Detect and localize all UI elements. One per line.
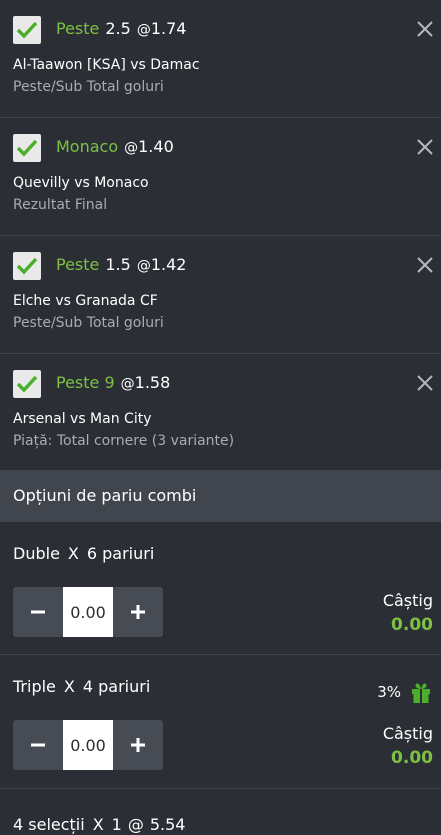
close-icon[interactable]	[416, 20, 434, 38]
win-label: Câștig	[382, 591, 433, 610]
bet-type: 4 selecții	[13, 815, 85, 834]
fourfold-title: 4 selecții X 1 @5.54	[13, 815, 185, 834]
bet-count: 1	[111, 815, 122, 834]
win-label: Câștig	[382, 724, 433, 743]
win-value: 0.00	[391, 615, 433, 635]
selection-pick: Peste 1.5 @1.42	[56, 255, 186, 276]
market-name: Peste/Sub Total goluri	[13, 79, 164, 95]
win-value: 0.00	[391, 748, 433, 768]
pick-odds: 1.40	[138, 137, 174, 156]
bet-type: Triple	[13, 677, 56, 696]
times-sign: X	[63, 677, 75, 696]
bet-count: 6 pariuri	[86, 544, 155, 563]
match-name: Quevilly vs Monaco	[13, 175, 149, 191]
selection-item: Monaco @1.40 Quevilly vs Monaco Rezultat …	[0, 118, 441, 236]
market-name: Peste/Sub Total goluri	[13, 315, 164, 331]
pick-odds: 1.58	[134, 373, 171, 392]
pick-odds: 1.42	[150, 255, 187, 274]
match-name: Al-Taawon [KSA] vs Damac	[13, 57, 200, 73]
pick-odds: 1.74	[150, 19, 187, 38]
minus-icon[interactable]	[13, 720, 63, 770]
stake-input[interactable]: 0.00	[63, 720, 113, 770]
stake-input[interactable]: 0.00	[63, 587, 113, 637]
check-icon[interactable]	[13, 252, 41, 280]
bet-type: Duble	[13, 544, 60, 563]
at-sign: @	[120, 376, 135, 392]
selection-pick: Peste 9 @1.58	[56, 373, 170, 394]
check-icon[interactable]	[13, 16, 41, 44]
times-sign: X	[92, 815, 104, 834]
doubles-block: Duble X 6 pariuri 0.00 Câștig 0.00	[0, 522, 441, 655]
plus-icon[interactable]	[113, 720, 163, 770]
plus-icon[interactable]	[113, 587, 163, 637]
gift-icon	[412, 683, 430, 703]
at-sign: @	[124, 140, 139, 156]
selection-item: Peste 9 @1.58 Arsenal vs Man City Piață: …	[0, 354, 441, 470]
market-name: Piață: Total cornere (3 variante)	[13, 433, 235, 449]
stake-stepper: 0.00	[13, 720, 163, 770]
pick-name: Peste	[56, 19, 100, 38]
close-icon[interactable]	[416, 256, 434, 274]
at-sign: @	[136, 22, 151, 38]
times-sign: X	[67, 544, 79, 563]
minus-icon[interactable]	[13, 587, 63, 637]
check-icon[interactable]	[13, 134, 41, 162]
selection-item: Peste 2.5 @1.74 Al-Taawon [KSA] vs Damac P…	[0, 0, 441, 118]
triples-block: Triple X 4 pariuri 3% 0.00 Câștig 0.00	[0, 655, 441, 789]
stake-stepper: 0.00	[13, 587, 163, 637]
at-sign: @	[136, 258, 151, 274]
doubles-title: Duble X 6 pariuri	[13, 544, 154, 563]
combi-options-title: Opțiuni de pariu combi	[13, 486, 197, 505]
combined-odds: 5.54	[149, 815, 186, 834]
close-icon[interactable]	[416, 374, 434, 392]
pick-name: Peste 9	[56, 373, 115, 392]
check-icon[interactable]	[13, 370, 41, 398]
pick-line: 2.5	[105, 19, 131, 38]
selection-item: Peste 1.5 @1.42 Elche vs Granada CF Peste/…	[0, 236, 441, 354]
pick-name: Monaco	[56, 137, 119, 156]
close-icon[interactable]	[416, 138, 434, 156]
at-sign: @	[127, 815, 144, 834]
selection-pick: Peste 2.5 @1.74	[56, 19, 186, 40]
bonus-percent: 3%	[377, 683, 401, 701]
match-name: Arsenal vs Man City	[13, 411, 152, 427]
bet-count: 4 pariuri	[82, 677, 151, 696]
match-name: Elche vs Granada CF	[13, 293, 158, 309]
pick-name: Peste	[56, 255, 100, 274]
triples-title: Triple X 4 pariuri	[13, 677, 150, 696]
fourfold-block: 4 selecții X 1 @5.54	[0, 789, 441, 835]
bonus-badge: 3%	[377, 680, 433, 704]
pick-line: 1.5	[105, 255, 131, 274]
selection-pick: Monaco @1.40	[56, 137, 174, 158]
market-name: Rezultat Final	[13, 197, 108, 213]
combi-options-header: Opțiuni de pariu combi	[0, 470, 441, 522]
